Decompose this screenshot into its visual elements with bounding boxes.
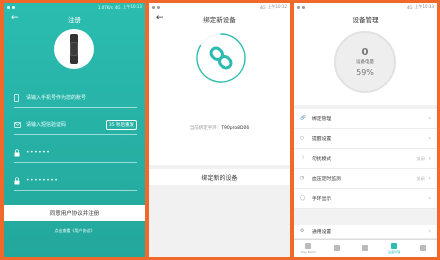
menu-item-reminder[interactable]: ○ 提醒设置 › (294, 129, 437, 149)
status-bar: 4G 上午10:12 (149, 3, 290, 11)
phone-field[interactable]: 请输入手机号作为您的账号 (14, 88, 137, 108)
notification-icon (157, 5, 160, 9)
chevron-right-icon: › (428, 228, 431, 235)
device-icon (391, 243, 398, 249)
register-screen: 1.07K/s 4G 上午10:13 ← 注册 请输入手机号作为您的账号 请输入… (4, 3, 145, 257)
back-arrow-icon[interactable]: ← (11, 14, 19, 23)
menu-item-label: 血压定时监测 (312, 177, 341, 182)
tab-home[interactable]: Hey Band (294, 240, 323, 257)
phone-icon (14, 93, 26, 102)
chevron-right-icon: › (428, 175, 431, 182)
chevron-right-icon: › (428, 195, 431, 202)
menu-item-label: 通用设置 (312, 230, 332, 235)
menu-item-label: 勿扰模式 (312, 157, 332, 162)
tab-icon (419, 245, 426, 251)
network-type: 4G (114, 4, 121, 10)
resend-code-button[interactable]: 35 秒后重发 (105, 119, 137, 130)
watch-image (54, 29, 94, 69)
battery-percent: 59% (356, 68, 374, 77)
lock-icon (14, 148, 26, 157)
tab-5[interactable] (408, 240, 437, 257)
settings-menu: 🔗 绑定管理 › ○ 提醒设置 › ☽ 勿扰模式 关闭 › ◷ 血压定时监测 关… (294, 109, 437, 209)
battery-label: 设备电量 (356, 60, 374, 65)
notification-icon (297, 5, 300, 9)
menu-item-bp-monitor[interactable]: ◷ 血压定时监测 关闭 › (294, 169, 437, 189)
menu-item-value: 关闭 (416, 175, 425, 181)
general-menu: ⚙ 通用设置 › (294, 225, 437, 239)
tab-2[interactable] (323, 240, 352, 257)
battery-circle: 0 设备电量 59% (334, 31, 396, 93)
current-device-label: 当前绑定手环： (189, 126, 222, 131)
chevron-right-icon: › (428, 155, 431, 162)
bell-icon: ○ (300, 136, 305, 141)
watch-icon: ◯ (300, 196, 306, 201)
clock: 上午10:13 (414, 4, 434, 9)
menu-item-general[interactable]: ⚙ 通用设置 › (294, 225, 437, 239)
phone-input[interactable]: 请输入手机号作为您的账号 (26, 94, 137, 101)
device-management-screen: 4G 上午10:13 设备管理 0 设备电量 59% 🔗 绑定管理 › ○ 提醒… (294, 3, 437, 257)
confirm-password-field[interactable]: •••••••• (14, 171, 137, 191)
bottom-tab-bar: Hey Band 设备管理 (294, 239, 437, 257)
gear-icon: ⚙ (300, 229, 305, 234)
moon-icon: ☽ (300, 156, 305, 161)
password-input[interactable]: •••••• (26, 149, 137, 156)
tab-device-management[interactable]: 设备管理 (380, 240, 409, 257)
menu-item-value: 关闭 (416, 155, 425, 161)
notification-icon (302, 5, 305, 9)
bind-new-device-button[interactable]: 绑定新的设备 (149, 169, 290, 185)
message-icon (14, 121, 26, 128)
menu-item-label: 绑定管理 (312, 117, 332, 122)
current-device-line: 当前绑定手环：T90pro8D06 (149, 125, 290, 131)
notification-icon (7, 5, 10, 9)
link-icon (209, 46, 233, 70)
page-title: 绑定新设备 (203, 16, 236, 24)
network-type: 4G (406, 4, 413, 10)
menu-item-label: 手环显示 (312, 197, 332, 202)
network-type: 4G (259, 4, 266, 10)
notification-icon (12, 5, 15, 9)
bind-progress-ring (196, 33, 246, 83)
chevron-right-icon: › (428, 115, 431, 122)
status-bar: 1.07K/s 4G 上午10:13 (4, 3, 145, 11)
watch-band-icon (70, 34, 78, 64)
empty-area (149, 185, 290, 257)
title-bar: 设备管理 (294, 11, 437, 27)
agreement-link[interactable]: 点击查看《用户协议》 (4, 228, 145, 234)
watch-face (70, 42, 78, 56)
code-input[interactable]: 请输入短信验证码 (26, 121, 106, 128)
notification-icon (152, 5, 155, 9)
tab-icon (362, 245, 369, 251)
clock: 上午10:12 (267, 4, 287, 9)
menu-item-label: 提醒设置 (312, 137, 332, 142)
battery-header: 设备管理 0 设备电量 59% (294, 11, 437, 105)
home-icon (305, 243, 312, 249)
status-bar: 4G 上午10:13 (294, 3, 437, 11)
network-speed: 1.07K/s (97, 4, 113, 10)
clock: 上午10:13 (122, 4, 142, 9)
menu-item-display[interactable]: ◯ 手环显示 › (294, 189, 437, 209)
tab-icon (333, 245, 340, 251)
link-icon: 🔗 (300, 116, 306, 121)
bind-device-screen: 4G 上午10:12 ← 绑定新设备 当前绑定手环：T90pro8D06 绑定新… (149, 3, 290, 257)
title-bar: ← 注册 (4, 11, 145, 27)
password-field[interactable]: •••••• (14, 143, 137, 163)
current-device-value: T90pro8D06 (221, 126, 250, 131)
chevron-right-icon: › (428, 135, 431, 142)
page-title: 注册 (68, 16, 81, 24)
tab-3[interactable] (351, 240, 380, 257)
battery-icon: 0 (361, 47, 369, 58)
title-bar: ← 绑定新设备 (149, 11, 290, 27)
menu-item-dnd[interactable]: ☽ 勿扰模式 关闭 › (294, 149, 437, 169)
clock-icon: ◷ (300, 176, 305, 181)
back-arrow-icon[interactable]: ← (156, 14, 164, 23)
menu-item-binding[interactable]: 🔗 绑定管理 › (294, 109, 437, 129)
page-title: 设备管理 (352, 16, 379, 24)
code-field[interactable]: 请输入短信验证码 35 秒后重发 (14, 115, 137, 135)
register-button[interactable]: 同意用户协议并注册 (4, 205, 145, 221)
confirm-password-input[interactable]: •••••••• (26, 177, 137, 184)
lock-icon (14, 176, 26, 185)
